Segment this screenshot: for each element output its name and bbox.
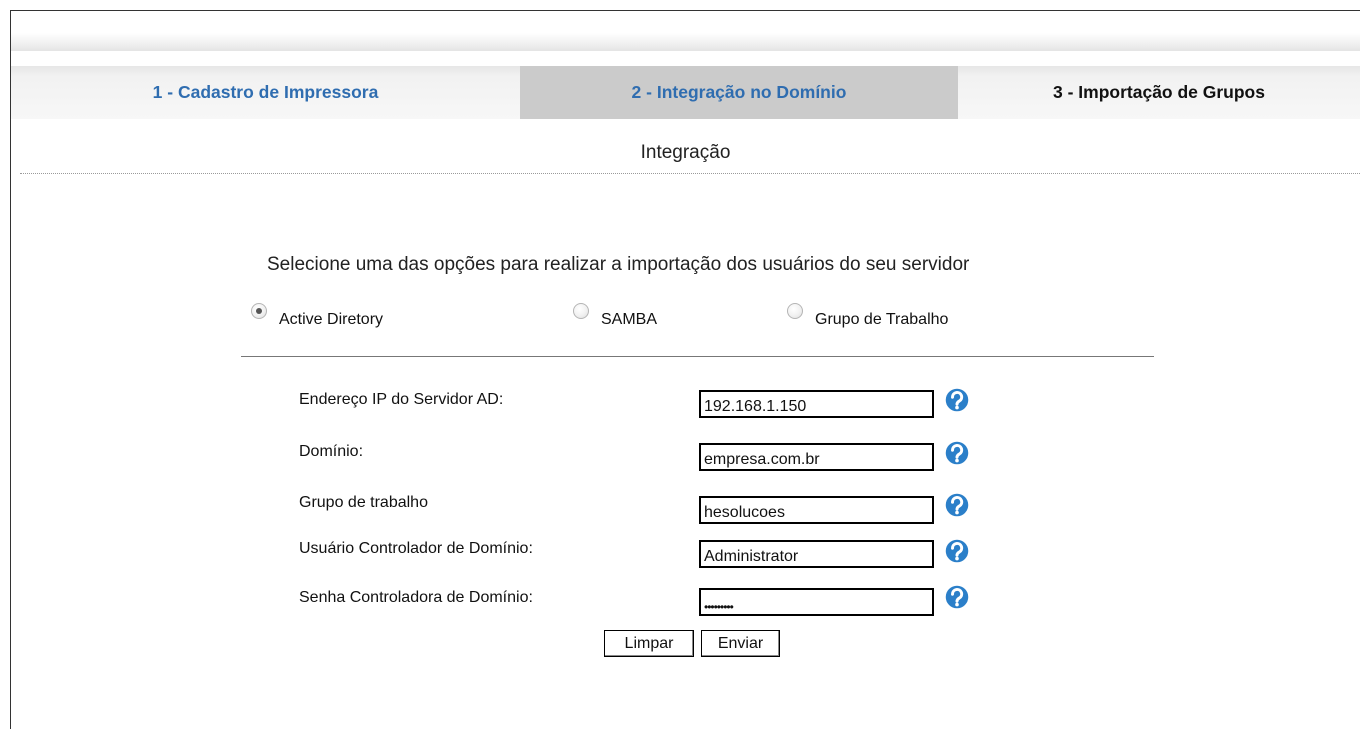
form-row-usuario: Usuário Controlador de Domínio: Administ… — [0, 537, 1360, 569]
radio-label: Active Diretory — [279, 311, 384, 328]
tab-label: 1 - Cadastro de Impressora — [152, 82, 379, 102]
form-row-senha: Senha Controladora de Domínio: ••••••••• — [0, 583, 1360, 617]
help-icon[interactable] — [941, 583, 975, 617]
instruction-text: Selecione uma das opções para realizar a… — [267, 254, 970, 275]
radio-samba[interactable]: SAMBA — [573, 303, 658, 328]
field-label-grupo: Grupo de trabalho — [299, 494, 428, 511]
input-value: hesolucoes — [704, 504, 785, 521]
form-divider — [241, 356, 1154, 357]
help-icon[interactable] — [941, 439, 975, 473]
domain-password-input[interactable]: ••••••••• — [699, 588, 934, 616]
radio-grupo-trabalho[interactable]: Grupo de Trabalho — [787, 303, 949, 328]
radio-unchecked-icon[interactable] — [573, 303, 589, 319]
field-label-senha: Senha Controladora de Domínio: — [299, 589, 533, 606]
input-value: ••••••••• — [704, 600, 734, 614]
radio-checked-icon[interactable] — [251, 303, 267, 319]
workgroup-input[interactable]: hesolucoes — [699, 496, 934, 524]
ip-address-input[interactable]: 192.168.1.150 — [699, 390, 934, 418]
radio-unchecked-icon[interactable] — [787, 303, 803, 319]
radio-label: Grupo de Trabalho — [815, 311, 949, 328]
help-icon[interactable] — [941, 537, 975, 571]
help-icon[interactable] — [941, 491, 975, 525]
form-row-grupo: Grupo de trabalho hesolucoes — [0, 491, 1360, 525]
radio-active-directory[interactable]: Active Diretory — [251, 303, 384, 328]
wizard-tabs: 1 - Cadastro de Impressora 2 - Integraçã… — [11, 66, 1360, 119]
help-icon[interactable] — [941, 386, 975, 420]
field-label-usuario: Usuário Controlador de Domínio: — [299, 540, 533, 557]
input-value: Administrator — [704, 548, 799, 565]
tab-integracao-dominio[interactable]: 2 - Integração no Domínio — [520, 66, 958, 119]
domain-admin-user-input[interactable]: Administrator — [699, 540, 934, 568]
integration-type-radio-group: Active Diretory SAMBA Grupo de Trabalho — [0, 303, 1360, 342]
input-value: 192.168.1.150 — [704, 398, 807, 415]
input-value: empresa.com.br — [704, 451, 820, 468]
form-row-dominio: Domínio: empresa.com.br — [0, 439, 1360, 471]
tab-cadastro-impressora[interactable]: 1 - Cadastro de Impressora — [11, 66, 520, 119]
clear-button[interactable]: Limpar — [604, 630, 694, 657]
header-band — [11, 11, 1360, 51]
tab-label: 3 - Importação de Grupos — [1053, 82, 1265, 102]
tab-importacao-grupos[interactable]: 3 - Importação de Grupos — [958, 66, 1360, 119]
send-button[interactable]: Enviar — [701, 630, 780, 657]
radio-label: SAMBA — [601, 311, 658, 328]
domain-input[interactable]: empresa.com.br — [699, 443, 934, 471]
tab-label: 2 - Integração no Domínio — [631, 82, 847, 102]
field-label-ip: Endereço IP do Servidor AD: — [299, 391, 504, 408]
form-row-ip: Endereço IP do Servidor AD: 192.168.1.15… — [0, 386, 1360, 418]
dotted-divider — [20, 173, 1360, 174]
section-title: Integração — [640, 142, 731, 163]
field-label-dominio: Domínio: — [299, 443, 364, 460]
